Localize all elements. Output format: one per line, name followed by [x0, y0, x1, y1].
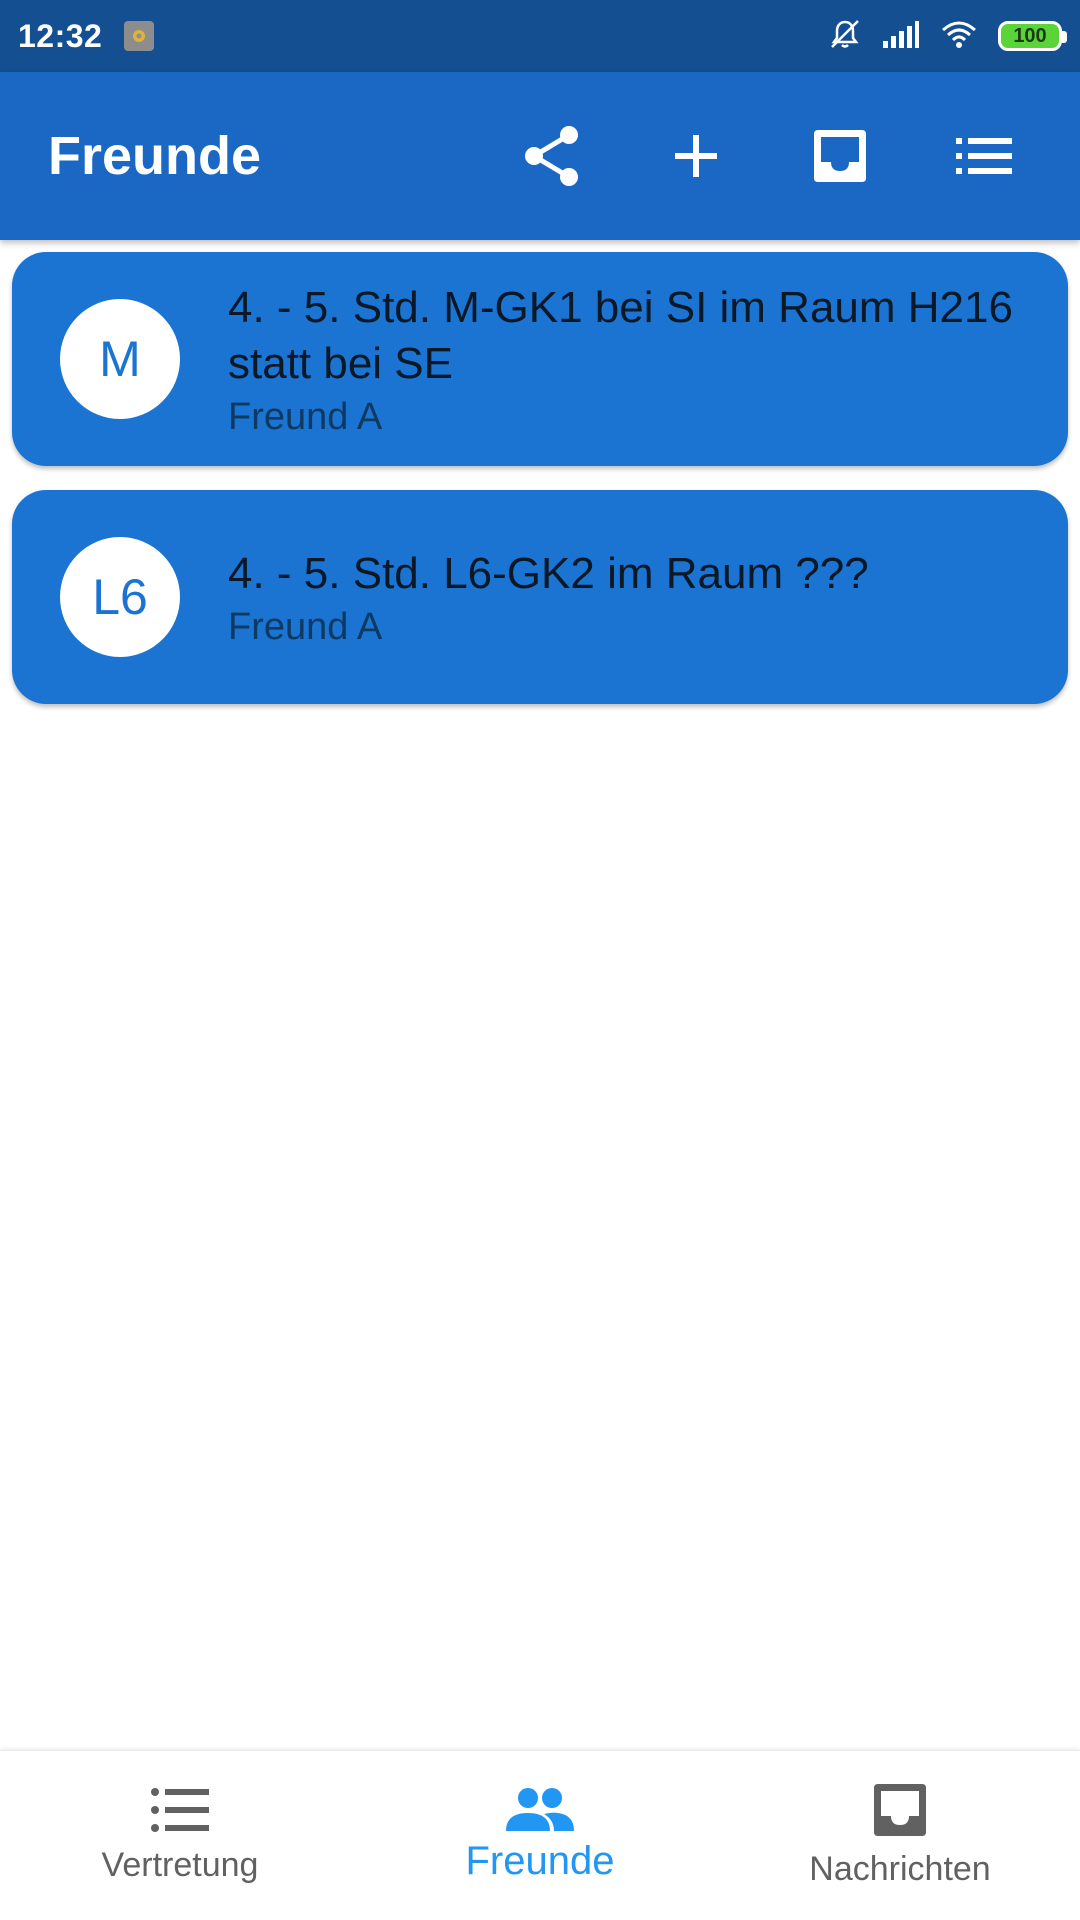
nav-freunde[interactable]: Freunde: [360, 1751, 720, 1920]
nav-nachrichten[interactable]: Nachrichten: [720, 1751, 1080, 1920]
nav-label: Freunde: [465, 1839, 615, 1883]
battery-level: 100: [1013, 24, 1047, 47]
status-icons: 100: [828, 18, 1067, 55]
inbox-button[interactable]: [768, 96, 912, 216]
app-bar: Freunde: [0, 72, 1080, 240]
status-time: 12:32: [18, 17, 103, 54]
bottom-navigation: Vertretung Freunde Nachrichten: [0, 1750, 1080, 1920]
list-button[interactable]: [912, 96, 1056, 216]
wifi-icon: [940, 19, 978, 54]
list-item-subtitle: Freund A: [228, 395, 383, 438]
list-item[interactable]: L6 4. - 5. Std. L6-GK2 im Raum ??? Freun…: [12, 490, 1068, 704]
add-button[interactable]: [624, 96, 768, 216]
share-button[interactable]: [480, 96, 624, 216]
list-item[interactable]: M 4. - 5. Std. M-GK1 bei SI im Raum H216…: [12, 252, 1068, 466]
friends-list: M 4. - 5. Std. M-GK1 bei SI im Raum H216…: [12, 252, 1068, 728]
avatar: M: [60, 299, 180, 419]
list-item-title: 4. - 5. Std. L6-GK2 im Raum ???: [228, 548, 869, 598]
inbox-icon: [874, 1784, 926, 1836]
add-icon: [675, 135, 717, 177]
mute-icon: [828, 18, 862, 55]
list-item-text: 4. - 5. Std. L6-GK2 im Raum ??? Freund A: [228, 546, 1028, 649]
share-icon: [525, 126, 578, 186]
app-bar-actions: [480, 72, 1056, 240]
battery-icon: 100: [998, 21, 1067, 51]
people-icon: [506, 1788, 574, 1831]
nav-label: Vertretung: [101, 1846, 259, 1884]
nav-label: Nachrichten: [809, 1850, 991, 1888]
signal-icon: [882, 19, 920, 54]
status-bar: 12:32 100: [0, 0, 1080, 72]
nav-vertretung[interactable]: Vertretung: [0, 1751, 360, 1920]
list-item-text: 4. - 5. Std. M-GK1 bei SI im Raum H216 s…: [228, 280, 1028, 439]
inbox-icon: [814, 130, 866, 182]
list-item-title: 4. - 5. Std. M-GK1 bei SI im Raum H216 s…: [228, 282, 1038, 388]
avatar: L6: [60, 537, 180, 657]
list-item-subtitle: Freund A: [228, 605, 383, 648]
app-notification-icon: [124, 21, 155, 51]
list-bullets-icon: [151, 1788, 209, 1832]
page-title: Freunde: [48, 126, 262, 186]
list-icon: [956, 138, 1012, 174]
